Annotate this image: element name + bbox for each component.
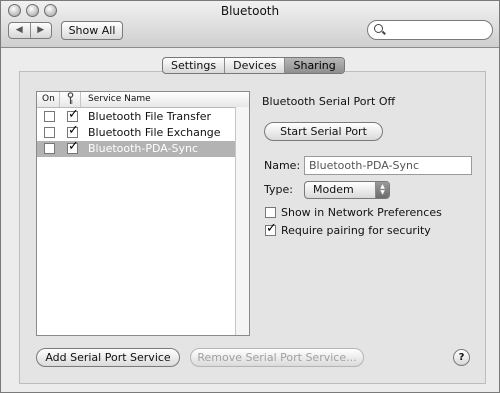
preferences-window: Bluetooth ◀ ▶ Show All Settings Devices … xyxy=(0,0,500,393)
tab-devices[interactable]: Devices xyxy=(225,58,286,73)
column-header-on[interactable]: On xyxy=(42,92,55,107)
service-pairing-checkbox[interactable] xyxy=(67,123,79,138)
window-title: Bluetooth xyxy=(220,4,280,18)
search-field[interactable] xyxy=(367,20,493,40)
service-row-pda-sync[interactable]: Bluetooth-PDA-Sync xyxy=(37,139,235,157)
service-on-checkbox[interactable] xyxy=(44,143,55,154)
title-bar: Bluetooth ◀ ▶ Show All xyxy=(1,1,499,48)
back-arrow-icon[interactable]: ◀ xyxy=(9,23,31,38)
service-on-checkbox[interactable] xyxy=(44,111,55,122)
serial-port-status: Bluetooth Serial Port Off xyxy=(262,95,396,108)
require-pairing-label[interactable]: Require pairing for security xyxy=(281,224,431,237)
column-header-service-name[interactable]: Service Name xyxy=(88,92,151,107)
service-name: Bluetooth File Exchange xyxy=(88,126,221,139)
service-pairing-checkbox[interactable] xyxy=(67,107,79,122)
type-popup[interactable]: Modem ▲ ▼ xyxy=(304,181,390,199)
search-icon xyxy=(374,24,383,33)
type-label: Type: xyxy=(264,183,293,196)
name-label: Name: xyxy=(264,159,301,172)
services-list: On Service Name Bluetooth File Transfer … xyxy=(36,91,250,336)
tab-sharing[interactable]: Sharing xyxy=(285,58,344,73)
service-name: Bluetooth-PDA-Sync xyxy=(88,142,199,155)
start-serial-port-button[interactable]: Start Serial Port xyxy=(264,122,383,141)
service-on-checkbox[interactable] xyxy=(44,127,55,138)
show-in-network-label[interactable]: Show in Network Preferences xyxy=(281,206,442,219)
service-pairing-checkbox[interactable] xyxy=(67,139,79,154)
add-serial-port-service-button[interactable]: Add Serial Port Service xyxy=(36,348,180,367)
show-all-button[interactable]: Show All xyxy=(61,21,123,40)
service-row-file-transfer[interactable]: Bluetooth File Transfer xyxy=(37,107,235,125)
list-scrollbar[interactable] xyxy=(235,107,249,335)
service-row-file-exchange[interactable]: Bluetooth File Exchange xyxy=(37,123,235,141)
help-button[interactable]: ? xyxy=(453,349,470,366)
service-name: Bluetooth File Transfer xyxy=(88,110,212,123)
type-popup-value: Modem xyxy=(313,183,354,196)
remove-serial-port-service-button[interactable]: Remove Serial Port Service... xyxy=(190,348,364,367)
show-in-network-checkbox[interactable] xyxy=(265,207,276,218)
list-header: On Service Name xyxy=(37,92,249,108)
name-field[interactable]: Bluetooth-PDA-Sync xyxy=(304,156,472,175)
back-forward-control: ◀ ▶ xyxy=(8,22,52,39)
popup-arrows-icon: ▲ ▼ xyxy=(375,182,389,198)
forward-arrow-icon[interactable]: ▶ xyxy=(31,23,52,38)
tab-settings[interactable]: Settings xyxy=(163,58,226,73)
require-pairing-checkbox[interactable] xyxy=(265,221,277,236)
tab-bar: Settings Devices Sharing xyxy=(162,57,345,74)
